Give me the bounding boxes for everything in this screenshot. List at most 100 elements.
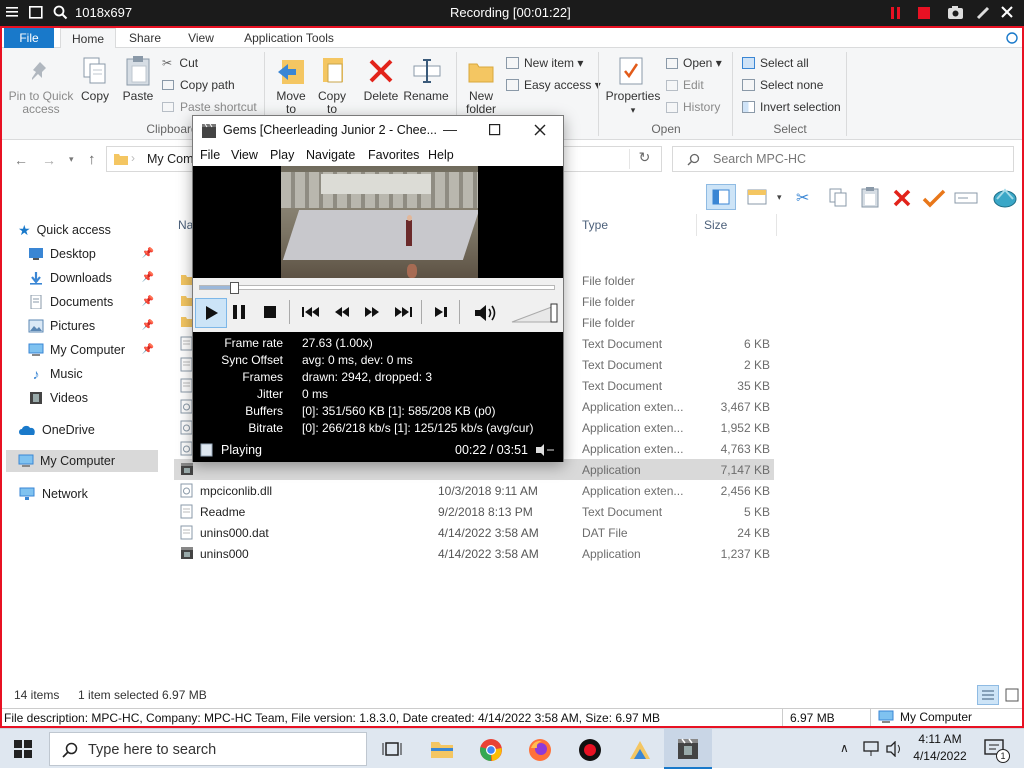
toolbar-copy-icon[interactable] (828, 187, 848, 207)
close-icon[interactable] (534, 124, 546, 136)
pin-icon[interactable]: 📌 (142, 296, 154, 307)
menu-icon[interactable] (6, 5, 20, 19)
properties-button[interactable]: Properties (604, 90, 662, 103)
volume-icon[interactable] (473, 303, 499, 323)
nav-my-computer-pinned[interactable]: My Computer 📌 (28, 339, 158, 361)
copy-path-button[interactable]: Copy path (162, 78, 235, 92)
forward-arrow-icon[interactable]: → (42, 152, 56, 168)
nav-music[interactable]: ♪ Music (28, 363, 158, 385)
taskbar-search[interactable]: Type here to search (49, 732, 367, 766)
mpc-menu-file[interactable]: File (200, 148, 220, 162)
back-arrow-icon[interactable]: ← (14, 152, 28, 168)
file-explorer-icon[interactable] (430, 739, 454, 759)
up-arrow-icon[interactable]: ↑ (88, 151, 96, 168)
pause-button[interactable] (231, 303, 247, 321)
nav-quick-access[interactable]: ★ Quick access (18, 219, 174, 241)
pin-icon[interactable]: 📌 (142, 344, 154, 355)
mpc-menu-navigate[interactable]: Navigate (306, 148, 355, 162)
nav-videos[interactable]: Videos (28, 387, 158, 409)
mpc-titlebar[interactable]: Gems [Cheerleading Junior 2 - Chee... — (193, 116, 563, 146)
history-button[interactable]: History (666, 100, 720, 114)
skip-back-button[interactable] (301, 305, 321, 319)
skip-forward-button[interactable] (393, 305, 413, 319)
close-recording-icon[interactable] (1000, 5, 1014, 19)
table-row[interactable]: unins000 4/14/2022 3:58 AM Application 1,23… (174, 543, 774, 564)
help-icon[interactable] (1006, 32, 1018, 44)
tab-file[interactable]: File (4, 28, 54, 48)
table-row[interactable]: unins000.dat 4/14/2022 3:58 AM DAT File 24 … (174, 522, 774, 543)
clock-date[interactable]: 4/14/2022 (912, 749, 968, 763)
stop-button[interactable] (263, 305, 277, 319)
pen-icon[interactable] (976, 5, 991, 20)
firefox-icon[interactable] (528, 738, 552, 762)
nav-network[interactable]: Network (18, 483, 174, 505)
pin-to-quick-access-button[interactable]: Pin to Quick access (4, 90, 78, 116)
select-all-button[interactable]: Select all (742, 56, 809, 70)
volume-slider[interactable] (511, 302, 561, 324)
recorder-icon[interactable] (578, 738, 602, 762)
toolbar-delete-icon[interactable] (892, 188, 912, 208)
table-row[interactable]: mpciconlib.dll 10/3/2018 9:11 AM Applicati… (174, 480, 774, 501)
speaker-tray-icon[interactable] (886, 741, 904, 757)
large-icons-view-icon[interactable] (1004, 686, 1020, 704)
table-row[interactable]: Readme 9/2/2018 8:13 PM Text Document 5 KB (174, 501, 774, 522)
mpc-menu-help[interactable]: Help (428, 148, 454, 162)
edit-button[interactable]: Edit (666, 78, 704, 92)
camera-icon[interactable] (947, 5, 964, 20)
frame-step-button[interactable] (433, 305, 449, 319)
tab-home[interactable]: Home (60, 28, 116, 48)
mpc-menu-play[interactable]: Play (270, 148, 294, 162)
recent-chevron-icon[interactable]: ▾ (69, 154, 74, 165)
toolbar-rename-icon[interactable] (954, 188, 978, 208)
invert-selection-button[interactable]: Invert selection (742, 100, 841, 114)
move-to-button[interactable]: Move to (272, 90, 310, 116)
properties-dropdown-icon[interactable]: ▾ (604, 104, 662, 117)
column-header-type[interactable]: Type (582, 218, 608, 232)
new-folder-button[interactable]: New folder (460, 90, 502, 116)
paste-button[interactable]: Paste (118, 90, 158, 103)
play-button[interactable] (195, 298, 227, 328)
layout-icon[interactable] (746, 186, 768, 208)
network-tray-icon[interactable] (862, 741, 880, 757)
select-none-button[interactable]: Select none (742, 78, 823, 92)
pin-icon[interactable]: 📌 (142, 248, 154, 259)
preview-pane-button[interactable] (706, 184, 736, 210)
task-view-icon[interactable] (382, 740, 402, 758)
nav-documents[interactable]: Documents 📌 (28, 291, 158, 313)
copy-button[interactable]: Copy (78, 90, 112, 103)
toolbar-paste-icon[interactable] (860, 186, 880, 208)
tab-application-tools[interactable]: Application Tools (234, 28, 344, 48)
easy-access-button[interactable]: Easy access ▾ (506, 78, 601, 92)
window-icon[interactable] (29, 6, 43, 19)
windows-start-icon[interactable] (14, 740, 32, 758)
nav-onedrive[interactable]: OneDrive (18, 419, 174, 441)
video-area[interactable] (193, 166, 563, 278)
mpc-taskbar-button[interactable] (664, 729, 712, 769)
table-row[interactable]: Application 7,147 KB (174, 459, 774, 480)
rewind-button[interactable] (333, 305, 351, 319)
photos-icon[interactable] (628, 739, 652, 761)
scissors-icon[interactable]: ✂ (796, 188, 809, 208)
fast-forward-button[interactable] (363, 305, 381, 319)
maximize-icon[interactable] (489, 124, 501, 136)
mpc-menu-view[interactable]: View (231, 148, 258, 162)
search-icon[interactable] (53, 5, 68, 20)
paste-shortcut-button[interactable]: Paste shortcut (162, 100, 257, 114)
tab-share[interactable]: Share (120, 28, 170, 48)
audio-switch-icon[interactable] (535, 444, 555, 456)
open-button[interactable]: Open ▾ (666, 56, 722, 70)
nav-my-computer[interactable]: My Computer (6, 450, 158, 472)
shell-icon[interactable] (992, 185, 1018, 209)
toolbar-checkmark-icon[interactable] (922, 188, 946, 208)
new-item-button[interactable]: New item ▾ (506, 56, 583, 70)
pause-record-icon[interactable] (890, 7, 902, 19)
tray-chevron-icon[interactable]: ∧ (840, 741, 849, 755)
pin-icon[interactable]: 📌 (142, 272, 154, 283)
chrome-icon[interactable] (479, 738, 503, 762)
mpc-menu-favorites[interactable]: Favorites (368, 148, 419, 162)
seek-bar[interactable] (199, 285, 555, 290)
refresh-icon[interactable]: ↻ (629, 149, 659, 169)
copy-to-button[interactable]: Copy to (314, 90, 350, 116)
details-view-icon[interactable] (977, 685, 999, 705)
column-header-size[interactable]: Size (704, 218, 727, 232)
